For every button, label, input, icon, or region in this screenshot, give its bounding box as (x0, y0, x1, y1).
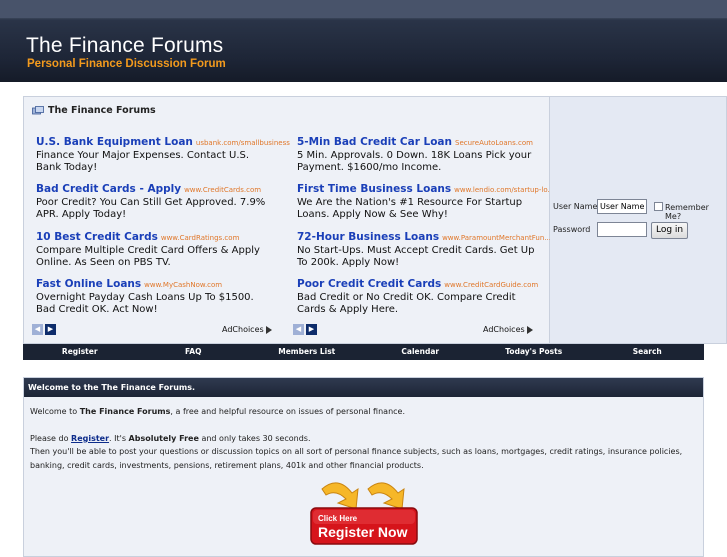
site-header: The Finance Forums Personal Finance Disc… (0, 0, 727, 82)
ad-item[interactable]: Fast Online Loans www.MyCashNow.com Overn… (36, 278, 276, 316)
ad-item[interactable]: 10 Best Credit Cards www.CardRatings.com … (36, 231, 276, 269)
ad-url[interactable]: www.CardRatings.com (161, 234, 240, 242)
adchoices-label: AdChoices (222, 325, 264, 334)
ad-item[interactable]: 72-Hour Business Loans www.ParamountMerch… (297, 231, 551, 269)
ad-text: No Start-Ups. Must Accept Credit Cards. … (297, 245, 535, 268)
login-panel: User Name Remember Me? Password Log in (550, 96, 727, 344)
adchoices-label: AdChoices (483, 325, 525, 334)
panel-title: The Finance Forums (32, 105, 156, 116)
ad-item[interactable]: Bad Credit Cards - Apply www.CreditCards.… (36, 183, 276, 221)
nav-calendar[interactable]: Calendar (364, 344, 478, 360)
login-button[interactable]: Log in (651, 222, 689, 239)
adchoices-link[interactable]: AdChoices (222, 325, 272, 334)
ad-url[interactable]: www.lendio.com/startup-lo... (454, 186, 554, 194)
register-link[interactable]: Register (71, 434, 109, 443)
ad-title[interactable]: Fast Online Loans (36, 278, 141, 290)
ad-text: Bad Credit or No Credit OK. Compare Cred… (297, 292, 516, 315)
welcome-body: Welcome to The Finance Forums, a free an… (24, 397, 703, 480)
remember-me-checkbox[interactable] (654, 202, 663, 211)
ad-url[interactable]: www.MyCashNow.com (144, 281, 222, 289)
ad-title[interactable]: 10 Best Credit Cards (36, 231, 158, 243)
arrow-icon (321, 482, 405, 510)
ad-url[interactable]: SecureAutoLoans.com (455, 139, 533, 147)
nav-register[interactable]: Register (23, 344, 137, 360)
ad-item[interactable]: 5-Min Bad Credit Car Loan SecureAutoLoans… (297, 136, 537, 174)
ad-nav-left: ◀ ▶ (32, 324, 56, 335)
username-input[interactable] (597, 199, 647, 214)
ad-text: Finance Your Major Expenses. Contact U.S… (36, 150, 250, 173)
ad-text: Overnight Payday Cash Loans Up To $1500.… (36, 292, 254, 315)
username-label: User Name (553, 202, 598, 211)
register-paragraph: Please do Register. It's Absolutely Free… (30, 433, 311, 443)
ad-title[interactable]: First Time Business Loans (297, 183, 451, 195)
password-input[interactable] (597, 222, 647, 237)
ad-nav-right: ◀ ▶ (293, 324, 317, 335)
ad-text: 5 Min. Approvals. 0 Down. 18K Loans Pick… (297, 150, 532, 173)
ad-url[interactable]: www.CreditCardGuide.com (444, 281, 538, 289)
password-label: Password (553, 225, 591, 234)
ad-url[interactable]: www.ParamountMerchantFun... (442, 234, 551, 242)
forum-icon (32, 105, 44, 114)
ad-prev-button[interactable]: ◀ (293, 324, 304, 335)
nav-bar: Register FAQ Members List Calendar Today… (23, 344, 704, 360)
info-paragraph: Then you'll be able to post your questio… (30, 447, 683, 470)
ad-title[interactable]: Poor Credit Credit Cards (297, 278, 441, 290)
site-subtitle: Personal Finance Discussion Forum (27, 58, 226, 70)
register-graphic-small: Click Here (318, 514, 358, 523)
register-now-button[interactable]: Click Here Register Now (308, 475, 420, 545)
ad-title[interactable]: U.S. Bank Equipment Loan (36, 136, 193, 148)
ad-item[interactable]: Poor Credit Credit Cards www.CreditCardGu… (297, 278, 538, 316)
nav-faq[interactable]: FAQ (137, 344, 251, 360)
ad-panel: The Finance Forums U.S. Bank Equipment L… (23, 96, 554, 344)
ad-next-button[interactable]: ▶ (306, 324, 317, 335)
adchoices-icon (526, 325, 533, 334)
register-graphic-big: Register Now (318, 524, 408, 540)
ad-url[interactable]: usbank.com/smallbusiness (196, 139, 290, 147)
ad-title[interactable]: 72-Hour Business Loans (297, 231, 439, 243)
ad-text: Compare Multiple Credit Card Offers & Ap… (36, 245, 260, 268)
ad-title[interactable]: Bad Credit Cards - Apply (36, 183, 181, 195)
ad-prev-button[interactable]: ◀ (32, 324, 43, 335)
header-top-strip (0, 0, 727, 18)
ad-next-button[interactable]: ▶ (45, 324, 56, 335)
ad-title[interactable]: 5-Min Bad Credit Car Loan (297, 136, 452, 148)
welcome-heading: Welcome to the The Finance Forums. (24, 378, 703, 397)
adchoices-link[interactable]: AdChoices (483, 325, 533, 334)
welcome-paragraph: Welcome to The Finance Forums, a free an… (30, 407, 405, 416)
nav-members-list[interactable]: Members List (250, 344, 364, 360)
nav-search[interactable]: Search (591, 344, 705, 360)
ad-url[interactable]: www.CreditCards.com (184, 186, 261, 194)
site-title[interactable]: The Finance Forums (26, 34, 223, 58)
ad-item[interactable]: First Time Business Loans www.lendio.com/… (297, 183, 554, 221)
panel-title-label: The Finance Forums (48, 105, 156, 116)
remember-me-label: Remember Me? (665, 203, 709, 221)
ad-text: Poor Credit? You Can Still Get Approved.… (36, 197, 266, 220)
ad-text: We Are the Nation's #1 Resource For Star… (297, 197, 523, 220)
nav-todays-posts[interactable]: Today's Posts (477, 344, 591, 360)
ad-item[interactable]: U.S. Bank Equipment Loan usbank.com/small… (36, 136, 290, 174)
adchoices-icon (265, 325, 272, 334)
